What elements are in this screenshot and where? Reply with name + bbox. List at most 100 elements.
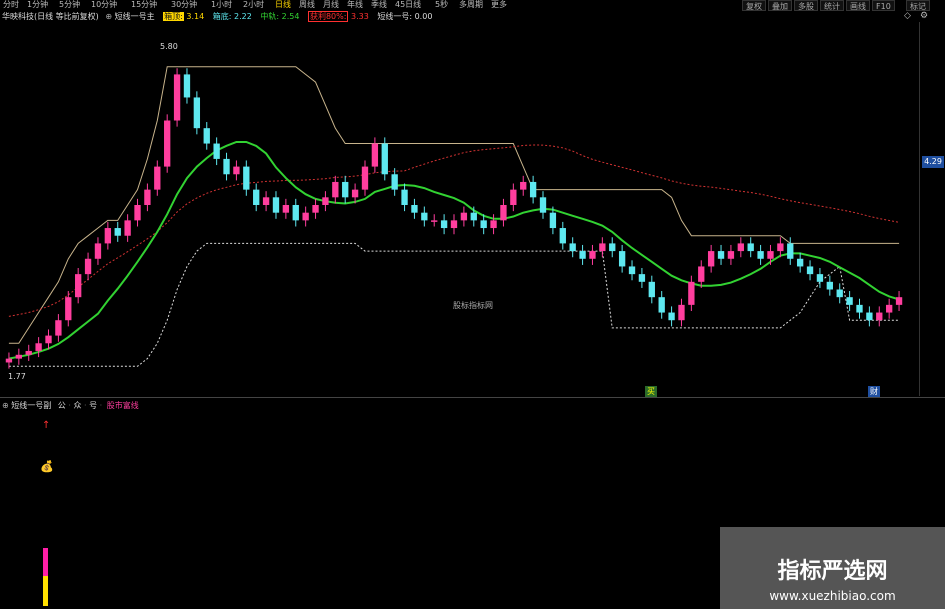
candle-body[interactable] xyxy=(134,205,141,221)
candle-body[interactable] xyxy=(460,212,468,221)
candle-body[interactable] xyxy=(94,243,102,259)
period-tab[interactable]: 周线 xyxy=(299,0,315,10)
period-tab[interactable]: 多周期 xyxy=(459,0,483,10)
candle-body[interactable] xyxy=(223,158,230,175)
candle-body[interactable] xyxy=(767,251,774,259)
candle-body[interactable] xyxy=(618,251,626,267)
candle-body[interactable] xyxy=(490,220,497,229)
candle-body[interactable] xyxy=(480,220,487,229)
candle-body[interactable] xyxy=(688,281,695,305)
main-chart[interactable] xyxy=(0,22,918,396)
candle-body[interactable] xyxy=(777,243,784,252)
toolbar-button[interactable]: F10 xyxy=(872,0,895,11)
candle-body[interactable] xyxy=(698,266,705,282)
candle-body[interactable] xyxy=(431,220,438,222)
candle-body[interactable] xyxy=(668,312,675,321)
period-tab[interactable]: 1分钟 xyxy=(27,0,48,10)
candle-body[interactable] xyxy=(510,189,517,205)
toolbar-button[interactable]: 叠加 xyxy=(768,0,792,11)
period-tab[interactable]: 更多 xyxy=(491,0,507,10)
period-tab[interactable]: 10分钟 xyxy=(91,0,117,10)
candle-body[interactable] xyxy=(747,243,754,252)
candle-body[interactable] xyxy=(45,335,52,344)
period-tab[interactable]: 分时 xyxy=(3,0,19,10)
candle-body[interactable] xyxy=(213,143,220,159)
period-tab[interactable]: 月线 xyxy=(323,0,339,10)
settings-icon[interactable]: ◇ xyxy=(904,11,911,21)
candle-body[interactable] xyxy=(678,304,685,321)
candle-body[interactable] xyxy=(609,243,616,252)
candle-body[interactable] xyxy=(658,297,665,313)
candle-body[interactable] xyxy=(549,212,557,229)
candle-body[interactable] xyxy=(787,243,794,259)
candle-body[interactable] xyxy=(391,174,398,190)
period-tab[interactable]: 30分钟 xyxy=(171,0,197,10)
candle-body[interactable] xyxy=(806,266,814,275)
candle-body[interactable] xyxy=(846,297,853,305)
candle-body[interactable] xyxy=(84,258,92,275)
candle-body[interactable] xyxy=(371,143,379,167)
candle-body[interactable] xyxy=(737,243,744,252)
candle-body[interactable] xyxy=(342,181,349,198)
toolbar-button[interactable]: 多股 xyxy=(794,0,818,11)
candle-body[interactable] xyxy=(648,281,655,298)
candle-body[interactable] xyxy=(569,243,576,252)
period-tab[interactable]: 1小时 xyxy=(211,0,232,10)
candle-body[interactable] xyxy=(302,212,309,221)
candle-body[interactable] xyxy=(272,197,280,213)
candle-body[interactable] xyxy=(876,312,883,321)
candle-body[interactable] xyxy=(351,189,359,198)
candle-body[interactable] xyxy=(470,212,477,221)
candle-body[interactable] xyxy=(35,343,42,351)
candle-body[interactable] xyxy=(796,258,804,267)
candle-body[interactable] xyxy=(154,166,161,190)
candle-body[interactable] xyxy=(25,350,32,355)
candle-body[interactable] xyxy=(757,251,764,259)
candle-body[interactable] xyxy=(292,205,299,221)
period-tab[interactable]: 季线 xyxy=(371,0,387,10)
candle-body[interactable] xyxy=(886,304,893,313)
candle-body[interactable] xyxy=(164,120,171,167)
candle-body[interactable] xyxy=(836,289,843,298)
toolbar-button[interactable]: 标记 xyxy=(906,0,930,11)
candle-body[interactable] xyxy=(866,312,873,321)
candle-body[interactable] xyxy=(717,251,725,259)
toolbar-button[interactable]: 统计 xyxy=(820,0,844,11)
candle-body[interactable] xyxy=(322,197,329,205)
candle-body[interactable] xyxy=(262,197,270,205)
candle-body[interactable] xyxy=(529,181,537,198)
candle-body[interactable] xyxy=(5,358,13,363)
period-tab[interactable]: 5秒 xyxy=(435,0,448,10)
toolbar-button[interactable]: 复权 xyxy=(742,0,766,11)
candle-body[interactable] xyxy=(183,74,191,98)
candle-body[interactable] xyxy=(282,205,290,213)
candle-body[interactable] xyxy=(628,266,636,275)
candle-body[interactable] xyxy=(124,220,131,236)
candle-body[interactable] xyxy=(401,189,408,205)
candle-body[interactable] xyxy=(856,304,863,313)
candle-body[interactable] xyxy=(727,251,735,259)
candle-body[interactable] xyxy=(826,281,833,290)
candle-body[interactable] xyxy=(381,143,388,175)
candle-body[interactable] xyxy=(173,74,181,121)
gear-icon[interactable]: ⚙ xyxy=(920,11,928,21)
candle-body[interactable] xyxy=(500,205,507,221)
candle-body[interactable] xyxy=(75,274,82,298)
candle-body[interactable] xyxy=(520,181,527,190)
candle-body[interactable] xyxy=(65,297,72,321)
candle-body[interactable] xyxy=(559,228,566,244)
candle-body[interactable] xyxy=(203,128,210,144)
toolbar-button[interactable]: 画线 xyxy=(846,0,870,11)
indicator-icon[interactable]: ⊕ xyxy=(105,12,112,21)
candle-body[interactable] xyxy=(193,97,201,129)
candle-body[interactable] xyxy=(114,228,121,236)
candle-body[interactable] xyxy=(332,181,339,198)
candle-body[interactable] xyxy=(15,354,22,359)
period-tab[interactable]: 5分钟 xyxy=(59,0,80,10)
candle-body[interactable] xyxy=(707,251,715,267)
period-tab[interactable]: 15分钟 xyxy=(131,0,157,10)
candle-body[interactable] xyxy=(243,166,250,190)
candle-body[interactable] xyxy=(450,220,458,229)
period-tab[interactable]: 2小时 xyxy=(243,0,264,10)
candle-body[interactable] xyxy=(589,251,596,259)
